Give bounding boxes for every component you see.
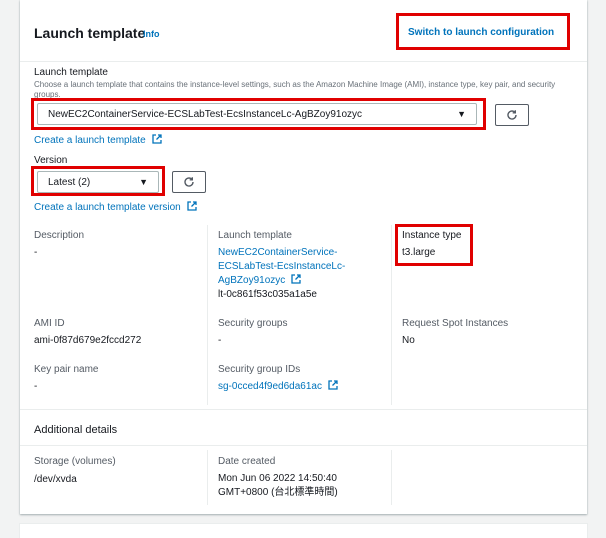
date-created-key: Date created bbox=[218, 456, 276, 467]
request-spot-key: Request Spot Instances bbox=[402, 318, 509, 329]
security-group-id-link[interactable]: sg-0cced4f9ed6da61ac bbox=[218, 380, 338, 392]
launch-template-detail-link[interactable]: NewEC2ContainerService- ECSLabTest-EcsIn… bbox=[218, 246, 345, 288]
request-spot-value: No bbox=[402, 335, 415, 346]
additional-details-title: Additional details bbox=[34, 424, 118, 436]
security-groups-key: Security groups bbox=[218, 318, 288, 329]
create-launch-template-link[interactable]: Create a launch template bbox=[34, 134, 162, 146]
security-group-ids-key: Security group IDs bbox=[218, 364, 301, 375]
create-launch-template-version-link[interactable]: Create a launch template version bbox=[34, 201, 197, 213]
date-created-value: Mon Jun 06 2022 14:50:40 GMT+0800 (台北標準時… bbox=[218, 473, 338, 498]
highlight-instance-type bbox=[395, 224, 473, 266]
highlight-version-select bbox=[31, 166, 165, 196]
version-label: Version bbox=[34, 155, 68, 166]
key-pair-key: Key pair name bbox=[34, 364, 99, 375]
ami-id-key: AMI ID bbox=[34, 318, 65, 329]
refresh-icon bbox=[184, 177, 194, 187]
column-divider bbox=[207, 225, 208, 405]
section-divider bbox=[20, 445, 587, 446]
column-divider bbox=[391, 225, 392, 405]
security-groups-value: - bbox=[218, 335, 222, 346]
column-divider bbox=[391, 450, 392, 505]
panel-title: Launch template bbox=[34, 25, 146, 41]
launch-template-key: Launch template bbox=[218, 230, 292, 241]
external-link-icon bbox=[151, 134, 162, 144]
key-pair-value: - bbox=[34, 381, 38, 392]
external-link-icon bbox=[291, 274, 301, 284]
storage-value: /dev/xvda bbox=[34, 474, 77, 485]
launch-template-label: Launch template bbox=[34, 67, 108, 78]
refresh-launch-templates-button[interactable] bbox=[495, 104, 529, 126]
refresh-versions-button[interactable] bbox=[172, 171, 206, 193]
launch-template-description: Choose a launch template that contains t… bbox=[34, 80, 556, 99]
external-link-icon bbox=[186, 201, 197, 211]
launch-template-panel: Launch template Info Switch to launch co… bbox=[20, 0, 587, 514]
section-divider bbox=[20, 409, 587, 410]
info-link[interactable]: Info bbox=[143, 29, 160, 39]
refresh-icon bbox=[507, 110, 517, 120]
next-panel bbox=[20, 524, 587, 538]
external-link-icon bbox=[328, 380, 338, 390]
highlight-launch-template-select bbox=[31, 98, 486, 130]
description-value: - bbox=[34, 247, 38, 258]
ami-id-value: ami-0f87d679e2fccd272 bbox=[34, 335, 142, 346]
storage-key: Storage (volumes) bbox=[34, 456, 116, 467]
column-divider bbox=[207, 450, 208, 505]
description-key: Description bbox=[34, 230, 85, 241]
highlight-switch-link bbox=[396, 13, 570, 50]
launch-template-id: lt-0c861f53c035a1a5e bbox=[218, 289, 317, 300]
